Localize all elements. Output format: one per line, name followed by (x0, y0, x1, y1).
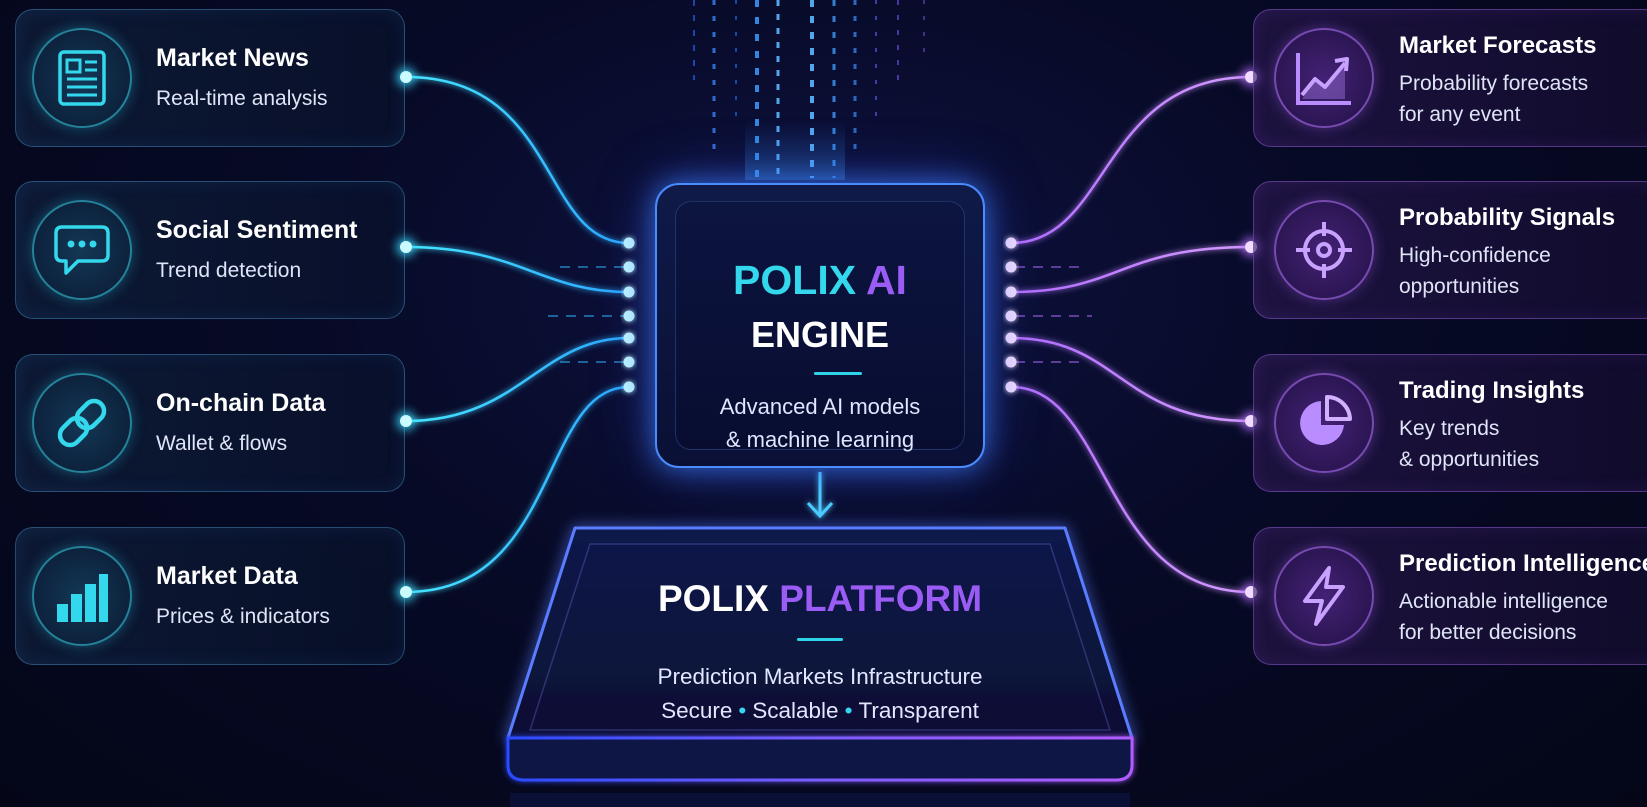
output-title: Prediction Intelligence (1399, 550, 1647, 577)
platform-title-brand: POLIX (657, 578, 769, 619)
input-subtitle: Prices & indicators (156, 605, 330, 628)
output-line: Key trends (1399, 417, 1500, 440)
output-card-probability-signals: Probability Signals High-confidence oppo… (1253, 181, 1647, 319)
input-card-on-chain-data: On-chain Data Wallet & flows (15, 354, 405, 492)
separator-dot: • (738, 698, 747, 723)
feature-transparent: Transparent (858, 698, 979, 723)
output-line: opportunities (1399, 275, 1520, 298)
connector-dot (400, 241, 412, 253)
input-title: Social Sentiment (156, 216, 358, 244)
output-line: Actionable intelligence (1399, 590, 1608, 613)
engine-desc-line: Advanced AI models (719, 394, 921, 419)
engine-description: Advanced AI models & machine learning (676, 390, 964, 456)
output-line: & opportunities (1399, 448, 1540, 471)
input-title: Market Data (156, 562, 298, 590)
connector-dot (400, 586, 412, 598)
platform-features: Secure • Scalable • Transparent (560, 694, 1080, 728)
input-title: Market News (156, 44, 309, 72)
connector-dot (400, 415, 412, 427)
output-line: High-confidence (1399, 244, 1551, 267)
input-subtitle: Wallet & flows (156, 432, 288, 455)
platform-divider (797, 638, 843, 641)
input-card-market-news: Market News Real-time analysis (15, 9, 405, 147)
platform-desc-line: Prediction Markets Infrastructure (657, 664, 983, 689)
platform-title-word: PLATFORM (779, 578, 983, 619)
trend-chart-icon (1274, 28, 1374, 128)
connector-dot (400, 71, 412, 83)
chip-pins-right (1005, 237, 1017, 393)
lightning-icon (1274, 546, 1374, 646)
engine-desc-line: & machine learning (725, 427, 915, 452)
data-stream (693, 0, 925, 180)
output-title: Market Forecasts (1399, 32, 1597, 59)
down-arrow (806, 472, 834, 519)
ai-engine-chip: POLIX AI ENGINE Advanced AI models & mac… (655, 183, 985, 468)
chat-bubble-icon (32, 200, 132, 300)
output-title: Probability Signals (1399, 204, 1616, 231)
feature-secure: Secure (661, 698, 733, 723)
separator-dot: • (844, 698, 853, 723)
output-description: Key trends & opportunities (1399, 413, 1539, 475)
engine-title-ai: AI (865, 257, 907, 303)
output-title: Trading Insights (1399, 377, 1585, 404)
output-description: Actionable intelligence for better decis… (1399, 586, 1608, 648)
input-card-social-sentiment: Social Sentiment Trend detection (15, 181, 405, 319)
output-line: for better decisions (1399, 621, 1577, 644)
pie-chart-icon (1274, 373, 1374, 473)
engine-divider (814, 372, 862, 375)
engine-title: POLIX AI (676, 257, 964, 304)
chain-link-icon (32, 373, 132, 473)
engine-subtitle: ENGINE (750, 314, 890, 355)
input-card-market-data: Market Data Prices & indicators (15, 527, 405, 665)
engine-title-brand: POLIX (733, 257, 857, 303)
right-wires (1010, 75, 1252, 594)
input-title: On-chain Data (156, 389, 326, 417)
output-line: Probability forecasts (1399, 72, 1589, 95)
input-subtitle: Trend detection (156, 259, 302, 282)
ai-engine-core: POLIX AI ENGINE Advanced AI models & mac… (675, 201, 965, 452)
output-card-trading-insights: Trading Insights Key trends & opportunit… (1253, 354, 1647, 492)
chip-pins-left (623, 237, 635, 393)
crosshair-icon (1274, 200, 1374, 300)
feature-scalable: Scalable (752, 698, 839, 723)
output-card-prediction-intelligence: Prediction Intelligence Actionable intel… (1253, 527, 1647, 665)
output-card-market-forecasts: Market Forecasts Probability forecasts f… (1253, 9, 1647, 147)
input-subtitle: Real-time analysis (156, 87, 328, 110)
platform-title: POLIX PLATFORM (560, 578, 1080, 620)
bar-chart-icon (32, 546, 132, 646)
newspaper-icon (32, 28, 132, 128)
output-line: for any event (1399, 103, 1521, 126)
left-wires (405, 75, 630, 594)
output-description: Probability forecasts for any event (1399, 68, 1588, 130)
platform-description: Prediction Markets Infrastructure Secure… (560, 660, 1080, 728)
output-description: High-confidence opportunities (1399, 240, 1551, 302)
